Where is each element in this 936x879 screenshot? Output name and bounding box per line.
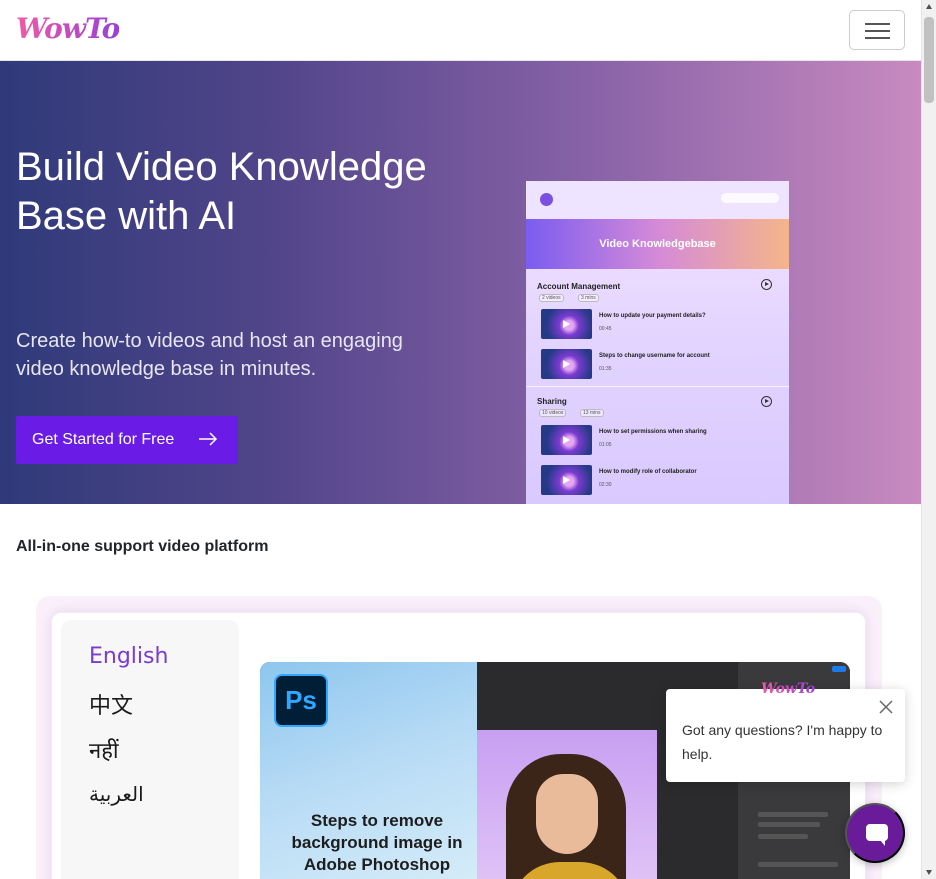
video-thumbnail bbox=[541, 425, 592, 455]
kb-video-time: 02:30 bbox=[599, 482, 612, 488]
kb-logo-icon bbox=[540, 193, 553, 206]
scroll-up-icon[interactable] bbox=[926, 4, 932, 9]
arrow-right-icon bbox=[199, 432, 218, 446]
menu-toggle-button[interactable] bbox=[849, 10, 905, 50]
kb-search-input bbox=[721, 193, 779, 203]
video-thumbnail bbox=[541, 309, 592, 339]
hamburger-icon bbox=[865, 23, 890, 25]
kb-section-title: Account Management bbox=[537, 282, 621, 291]
chat-bubble-icon bbox=[866, 824, 888, 846]
kb-video-item: How to set permissions when sharing 01:0… bbox=[541, 425, 777, 459]
kb-video-item: How to update your payment details? 00:4… bbox=[541, 309, 777, 343]
kb-divider bbox=[526, 386, 789, 387]
chat-logo: WowTo bbox=[761, 681, 816, 697]
photoshop-app-icon: Ps bbox=[274, 674, 328, 727]
play-circle-icon bbox=[761, 279, 772, 290]
kb-video-item: How to modify role of collaborator 02:30 bbox=[541, 465, 777, 499]
kb-section-title: Sharing bbox=[537, 397, 567, 406]
language-panel: English 中文 नहीं العربية bbox=[61, 620, 239, 879]
kb-video-title: How to modify role of collaborator bbox=[599, 469, 697, 475]
get-started-label: Get Started for Free bbox=[32, 431, 175, 448]
kb-video-title: Steps to change username for account bbox=[599, 353, 710, 359]
navbar: WowTo bbox=[0, 0, 921, 61]
scrollbar-thumb[interactable] bbox=[924, 17, 934, 103]
kb-video-title: How to set permissions when sharing bbox=[599, 429, 707, 435]
play-circle-icon bbox=[761, 396, 772, 407]
chat-message: Got any questions? I'm happy to help. bbox=[682, 722, 883, 762]
video-thumbnail bbox=[541, 349, 592, 379]
kb-videos-count: 2 videos bbox=[539, 294, 564, 302]
hero-title: Build Video Knowledge Base with AI bbox=[16, 145, 427, 238]
kb-video-time: 01:35 bbox=[599, 366, 612, 372]
close-icon[interactable] bbox=[878, 699, 894, 715]
chat-greeting-popup: WowTo Got any questions? I'm happy to he… bbox=[666, 681, 905, 782]
kb-video-item: Steps to change username for account 01:… bbox=[541, 349, 777, 383]
page-scrollbar[interactable] bbox=[921, 0, 936, 879]
kb-video-time: 00:45 bbox=[599, 326, 612, 332]
language-option-english[interactable]: English bbox=[89, 644, 168, 669]
kb-duration: 13 mins bbox=[580, 409, 604, 417]
kb-duration: 3 mins bbox=[578, 294, 599, 302]
kb-videos-count: 10 videos bbox=[539, 409, 567, 417]
kb-topbar bbox=[526, 181, 789, 219]
chat-launcher-button[interactable] bbox=[845, 803, 905, 863]
scroll-down-icon[interactable] bbox=[926, 870, 932, 875]
language-option-chinese[interactable]: 中文 bbox=[89, 688, 133, 720]
hero-section: Build Video Knowledge Base with AI Creat… bbox=[0, 61, 921, 504]
language-option-hindi[interactable]: नहीं bbox=[89, 735, 119, 765]
video-caption: Steps to remove background image in Adob… bbox=[291, 811, 463, 874]
kb-video-title: How to update your payment details? bbox=[599, 313, 706, 319]
get-started-button[interactable]: Get Started for Free bbox=[16, 416, 238, 464]
knowledgebase-preview: Video Knowledgebase Account Management 2… bbox=[526, 181, 789, 504]
video-thumbnail bbox=[541, 465, 592, 495]
language-option-arabic[interactable]: العربية bbox=[89, 782, 144, 806]
kb-video-time: 01:05 bbox=[599, 442, 612, 448]
brand-logo[interactable]: WowTo bbox=[16, 12, 120, 45]
hero-subtitle: Create how-to videos and host an engagin… bbox=[16, 330, 403, 380]
kb-banner-title: Video Knowledgebase bbox=[526, 219, 789, 269]
section-title: All-in-one support video platform bbox=[16, 538, 269, 555]
